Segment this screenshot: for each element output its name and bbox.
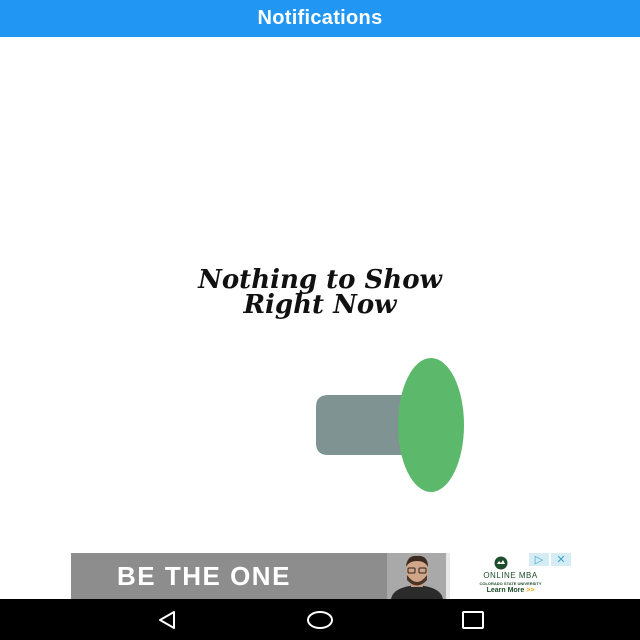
ad-person-photo	[387, 553, 446, 599]
back-icon	[158, 610, 175, 629]
close-icon[interactable]: ✕	[551, 553, 571, 566]
home-icon	[306, 610, 333, 629]
back-button[interactable]	[152, 605, 182, 635]
empty-state-message: Nothing to Show Right Now	[0, 267, 640, 320]
ad-cta-link[interactable]: Learn More >>	[450, 587, 571, 594]
ad-subtitle: COLORADO STATE UNIVERSITY	[479, 581, 542, 586]
ad-title: ONLINE MBA	[483, 571, 538, 580]
recents-icon	[462, 610, 485, 629]
adchoices-icon[interactable]: ▷	[529, 553, 549, 566]
recents-button[interactable]	[458, 605, 488, 635]
ad-headline: BE THE ONE	[117, 561, 291, 591]
ad-choices[interactable]: ▷ ✕	[525, 553, 571, 567]
ad-image[interactable]: BE THE ONE	[71, 553, 446, 599]
ad-cta-arrows: >>	[526, 587, 535, 594]
app-bar: Notifications	[0, 0, 640, 37]
megaphone-icon	[316, 358, 464, 492]
megaphone-bell	[398, 358, 464, 492]
university-logo-icon	[494, 556, 508, 570]
system-nav-bar	[0, 599, 640, 640]
ad-banner[interactable]: BE THE ONE ▷ ✕ ONLINE MBA COLORADO STATE…	[71, 553, 571, 599]
ad-info-panel[interactable]: ▷ ✕ ONLINE MBA COLORADO STATE UNIVERSITY…	[446, 553, 571, 599]
ad-cta-label: Learn More	[486, 587, 525, 594]
empty-state-line-2: Right Now	[243, 290, 397, 320]
page-title: Notifications	[257, 7, 383, 29]
home-button[interactable]	[305, 605, 335, 635]
